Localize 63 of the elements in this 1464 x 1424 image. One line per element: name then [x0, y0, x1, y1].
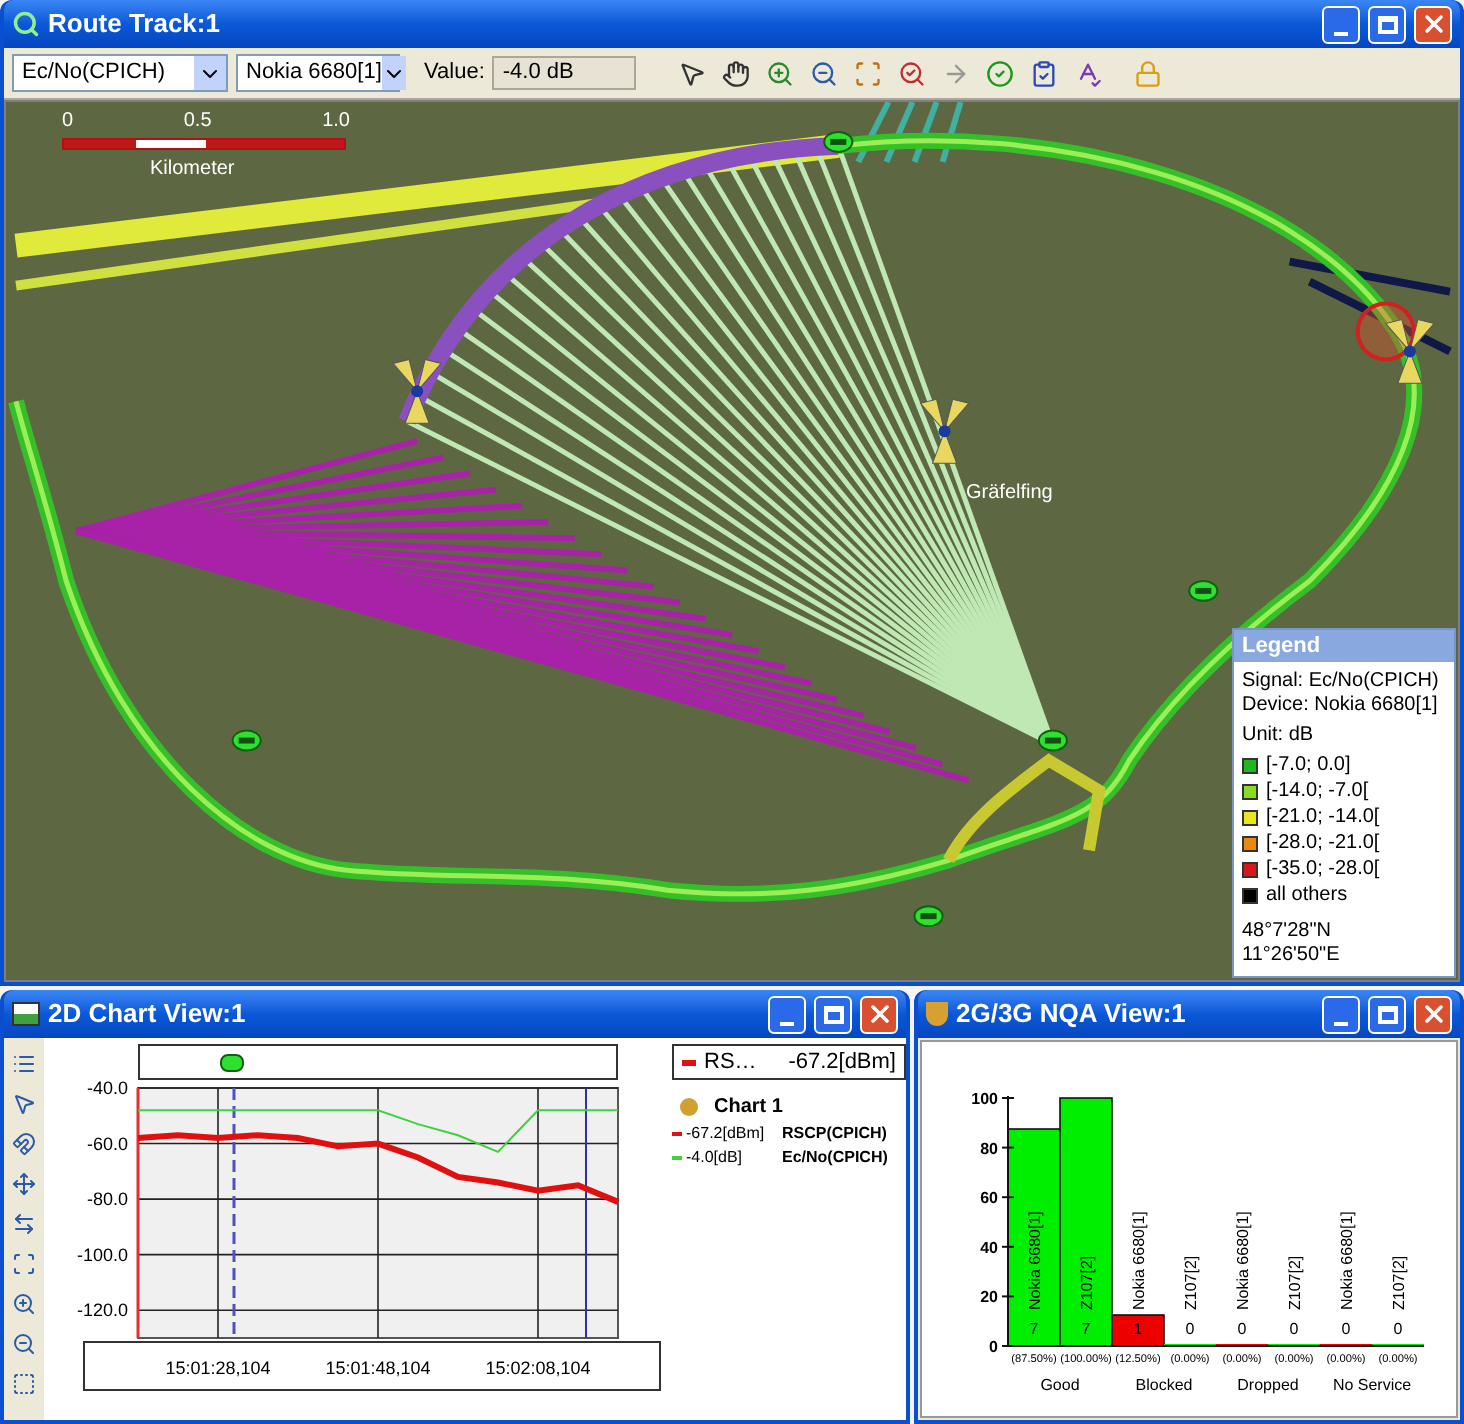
legend-range: all others: [1266, 884, 1348, 908]
x-tick-label: 15:01:28,104: [165, 1358, 271, 1378]
legend-text: Device: Nokia 6680[1]: [1242, 694, 1440, 718]
y-tick-label: 20: [980, 1288, 998, 1307]
bar-count-label: 7: [1029, 1320, 1039, 1338]
bar-series-label: Z107[2]: [1390, 1255, 1408, 1310]
legend-text: Unit: dB: [1242, 724, 1316, 748]
legend-text: Signal: Ec/No(CPICH): [1242, 670, 1441, 694]
x-tick-label: 15:02:08,104: [485, 1358, 591, 1378]
legend-series-name: RSCP(CPICH): [782, 1122, 887, 1146]
legend-range: [-7.0; 0.0]: [1266, 754, 1351, 778]
y-tick-label: -80.0: [86, 1189, 128, 1210]
legend-range: [-14.0; -7.0[: [1266, 780, 1369, 804]
y-tick-label: -60.0: [86, 1133, 128, 1154]
legend-range: [-35.0; -28.0[: [1266, 858, 1380, 882]
category-label: Dropped: [1237, 1376, 1299, 1394]
scale-unit-label: Kilometer: [150, 156, 237, 184]
bar-count-label: 1: [1133, 1320, 1143, 1338]
bar-count-label: 0: [1393, 1320, 1403, 1338]
scale-label: 0: [62, 108, 74, 136]
legend-header-name: RS…: [704, 1047, 757, 1078]
bar-series-label: Nokia 6680[1]: [1234, 1211, 1252, 1310]
bar-count-label: 0: [1341, 1320, 1351, 1338]
bar-series-label: Nokia 6680[1]: [1338, 1211, 1356, 1310]
bar-count-label: 0: [1185, 1320, 1195, 1338]
legend-range: [-28.0; -21.0[: [1266, 832, 1380, 856]
y-tick-label: 0: [989, 1338, 998, 1356]
bar-series-label: Nokia 6680[1]: [1026, 1211, 1044, 1310]
window-title: Route Track:1: [48, 6, 222, 43]
x-tick-label: 15:01:48,104: [325, 1358, 431, 1378]
y-tick-label: 60: [980, 1189, 998, 1208]
y-tick-label: 100: [971, 1090, 998, 1108]
y-tick-label: -120.0: [76, 1300, 128, 1321]
bar-series-label: Nokia 6680[1]: [1130, 1211, 1148, 1310]
place-label: Gräfelfing: [966, 480, 1053, 508]
y-tick-label: 40: [980, 1238, 998, 1257]
y-tick-label: -100.0: [76, 1244, 128, 1265]
value-field: -4.0 dB: [492, 56, 637, 90]
y-tick-label: 80: [980, 1139, 998, 1158]
bar-series-label: Z107[2]: [1078, 1255, 1096, 1310]
category-label: Blocked: [1135, 1376, 1193, 1394]
bar-count-label: 0: [1289, 1320, 1299, 1338]
bar-count-label: 0: [1237, 1320, 1247, 1338]
longitude-text: 11°26'50"E: [1242, 944, 1342, 968]
legend-value: -4.0[dB]: [686, 1146, 745, 1170]
legend-series-name: Ec/No(CPICH): [782, 1146, 888, 1170]
legend-header-value: -67.2[dBm]: [788, 1047, 896, 1078]
latitude-text: 48°7'28"N: [1242, 920, 1333, 944]
legend-value: -67.2[dBm]: [686, 1122, 767, 1146]
bar-series-label: Z107[2]: [1182, 1255, 1200, 1310]
legend-range: [-21.0; -14.0[: [1266, 806, 1380, 830]
scale-label: 0.5: [183, 108, 212, 136]
bar-count-label: 7: [1081, 1320, 1091, 1338]
chart-name: Chart 1: [714, 1094, 783, 1122]
value-label: Value:: [424, 58, 485, 89]
window-title: 2G/3G NQA View:1: [956, 996, 1188, 1033]
window-title: 2D Chart View:1: [48, 996, 248, 1033]
category-label: No Service: [1332, 1376, 1412, 1394]
legend-title: Legend: [1234, 630, 1454, 662]
bar-series-label: Z107[2]: [1286, 1255, 1304, 1310]
y-tick-label: -40.0: [86, 1080, 128, 1098]
category-label: Good: [1040, 1376, 1080, 1394]
scale-label: 1.0: [322, 108, 350, 136]
